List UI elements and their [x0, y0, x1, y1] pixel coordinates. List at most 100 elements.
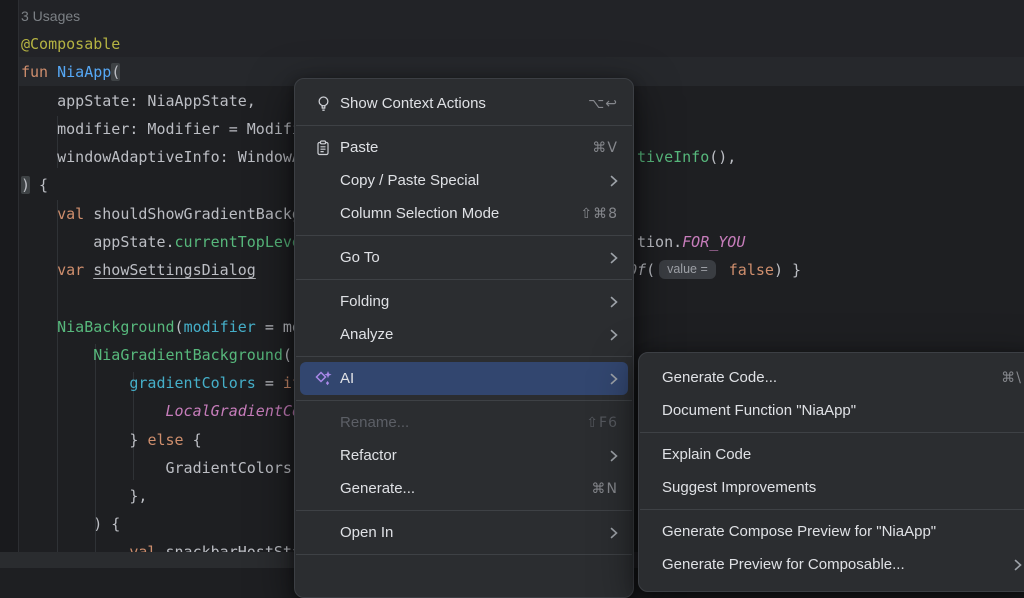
submenu-arrow-icon: [610, 450, 618, 462]
function-name-token: NiaApp: [57, 63, 111, 81]
menu-item-show-context-actions[interactable]: Show Context Actions⌥↩: [300, 87, 628, 120]
code-token: ) }: [774, 261, 801, 279]
menu-item-label: Column Selection Mode: [340, 205, 499, 222]
enum-constant-token: FOR_YOU: [682, 233, 745, 251]
shortcut-label: ⌘\: [1001, 370, 1022, 386]
menu-item-label: Show Context Actions: [340, 95, 486, 112]
submenu-arrow-icon: [610, 175, 618, 187]
shortcut-label: ⌘N: [592, 481, 618, 497]
code-token: },: [21, 487, 147, 505]
annotation-token: @Composable: [21, 35, 120, 53]
code-token: showSettingsDialog: [93, 261, 256, 279]
code-token: NiaBackground: [57, 318, 174, 336]
menu-item-analyze[interactable]: Analyze: [300, 318, 628, 351]
code-line[interactable]: @Composable: [0, 30, 1024, 58]
submenu-arrow-icon: [610, 527, 618, 539]
menu-separator: [640, 509, 1024, 510]
shortcut-label: ⇧⌘8: [580, 206, 618, 222]
menu-item-label: Document Function "NiaApp": [662, 402, 856, 419]
blank-icon: [312, 248, 334, 267]
blank-icon: [312, 171, 334, 190]
menu-item-label: Suggest Improvements: [662, 479, 816, 496]
blank-icon: [312, 413, 334, 432]
ai-sparkle-icon: [312, 369, 334, 388]
code-token: val: [57, 205, 84, 223]
menu-item-label: Generate Preview for Composable...: [662, 556, 905, 573]
menu-item-label: Folding: [340, 293, 389, 310]
code-token: gradientColors: [129, 374, 255, 392]
code-token: ) {: [21, 515, 120, 533]
code-token: (),: [709, 148, 736, 166]
menu-item-generate-preview-for-composable[interactable]: Generate Preview for Composable...: [644, 548, 1024, 581]
menu-item-generate-compose-preview-for-niaapp[interactable]: Generate Compose Preview for "NiaApp": [644, 515, 1024, 548]
menu-item-label: Generate...: [340, 480, 415, 497]
menu-item-copy-paste-special[interactable]: Copy / Paste Special: [300, 164, 628, 197]
code-token: [84, 261, 93, 279]
code-token: [21, 318, 57, 336]
code-token: NiaGradientBackground: [93, 346, 283, 364]
menu-item-label: AI: [340, 370, 354, 387]
menu-separator: [640, 432, 1024, 433]
blank-icon: [312, 204, 334, 223]
menu-separator: [296, 279, 632, 280]
menu-item-label: Rename...: [340, 414, 409, 431]
menu-item-rename: Rename... ⇧F6: [300, 406, 628, 439]
context-menu: Show Context Actions⌥↩ Paste ⌘V Copy / Past…: [294, 78, 634, 598]
menu-item-document-function-niaapp[interactable]: Document Function "NiaApp": [644, 394, 1024, 427]
code-token: {: [30, 176, 48, 194]
blank-icon: [312, 325, 334, 344]
menu-item-refactor[interactable]: Refactor: [300, 439, 628, 472]
code-token: (: [175, 318, 184, 336]
menu-item-explain-code[interactable]: Explain Code: [644, 438, 1024, 471]
code-line[interactable]: 3 Usages: [0, 2, 1024, 30]
ai-submenu: Generate Code... ⌘\ Document Function "Nia…: [638, 352, 1024, 592]
menu-separator: [296, 400, 632, 401]
code-token: tiveInfo: [637, 148, 709, 166]
menu-item-label: Generate Code...: [662, 369, 777, 386]
code-token: GradientColors(): [21, 459, 310, 477]
menu-item-label: Explain Code: [662, 446, 751, 463]
menu-separator: [296, 356, 632, 357]
submenu-arrow-icon: [610, 252, 618, 264]
shortcut-label: ⇧F6: [586, 415, 618, 431]
menu-separator: [296, 125, 632, 126]
menu-item-label: Paste: [340, 139, 378, 156]
code-token: ): [21, 176, 30, 194]
submenu-arrow-icon: [610, 329, 618, 341]
code-token: [720, 261, 729, 279]
menu-item-label: Copy / Paste Special: [340, 172, 479, 189]
submenu-arrow-icon: [610, 373, 618, 385]
menu-item-column-selection-mode[interactable]: Column Selection Mode ⇧⌘8: [300, 197, 628, 230]
submenu-arrow-icon: [1014, 559, 1022, 571]
menu-item-label: Go To: [340, 249, 380, 266]
code-token: modifier: [184, 318, 256, 336]
menu-item-label: Open In: [340, 524, 393, 541]
blank-icon: [312, 292, 334, 311]
code-token: [21, 346, 93, 364]
code-token: appState: NiaAppState,: [21, 92, 256, 110]
menu-item-suggest-improvements[interactable]: Suggest Improvements: [644, 471, 1024, 504]
menu-separator: [296, 235, 632, 236]
menu-item-go-to[interactable]: Go To: [300, 241, 628, 274]
blank-icon: [312, 446, 334, 465]
menu-separator: [296, 510, 632, 511]
blank-icon: [312, 479, 334, 498]
editor-gutter: [0, 0, 19, 568]
code-token: var: [57, 261, 84, 279]
menu-item-folding[interactable]: Folding: [300, 285, 628, 318]
shortcut-label: ⌘V: [592, 140, 618, 156]
code-token: else: [147, 431, 183, 449]
code-token: (: [646, 261, 655, 279]
menu-item-ai[interactable]: AI: [300, 362, 628, 395]
menu-item-generate-code[interactable]: Generate Code... ⌘\: [644, 361, 1024, 394]
menu-item-label: Generate Compose Preview for "NiaApp": [662, 523, 936, 540]
menu-item-open-in[interactable]: Open In: [300, 516, 628, 549]
menu-item-paste[interactable]: Paste ⌘V: [300, 131, 628, 164]
code-token: [21, 402, 166, 420]
menu-separator: [296, 554, 632, 555]
menu-item-label: Analyze: [340, 326, 393, 343]
menu-item-generate[interactable]: Generate... ⌘N: [300, 472, 628, 505]
code-token: }: [21, 431, 147, 449]
code-token: modifier: Modifier = Modifier,: [21, 120, 328, 138]
menu-item-label: Refactor: [340, 447, 397, 464]
